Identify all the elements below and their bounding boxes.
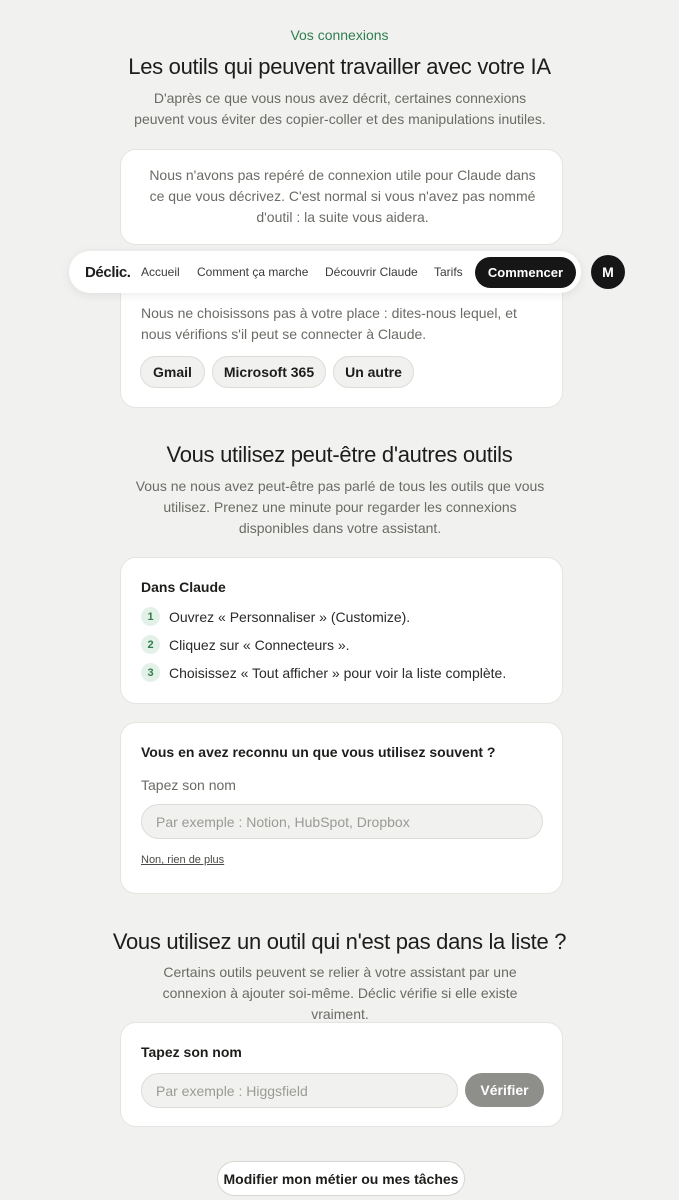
- option-microsoft-365[interactable]: Microsoft 365: [212, 356, 326, 388]
- step-number: 1: [141, 607, 160, 626]
- brand-logo[interactable]: Déclic.: [85, 264, 131, 281]
- avatar[interactable]: M: [591, 255, 625, 289]
- section-eyebrow: Vos connexions: [290, 27, 389, 43]
- option-other[interactable]: Un autre: [333, 356, 414, 388]
- verify-card: Tapez son nom Par exemple : Higgsfield V…: [120, 1022, 563, 1127]
- modify-job-button[interactable]: Modifier mon métier ou mes tâches: [217, 1161, 465, 1196]
- verify-button[interactable]: Vérifier: [465, 1073, 544, 1107]
- notice-card: Nous n'avons pas repéré de connexion uti…: [120, 149, 563, 245]
- step-text: Ouvrez « Personnaliser » (Customize).: [169, 608, 411, 625]
- recognize-card: Vous en avez reconnu un que vous utilise…: [120, 722, 563, 894]
- step-text: Choisissez « Tout afficher » pour voir l…: [169, 664, 507, 681]
- page: Vos connexions Les outils qui peuvent tr…: [0, 0, 679, 1200]
- recognize-label: Tapez son nom: [141, 777, 236, 793]
- top-navbar: Déclic. Accueil Comment ça marche Découv…: [69, 251, 581, 293]
- nav-link-decouvrir-claude[interactable]: Découvrir Claude: [325, 265, 418, 279]
- steps-heading: Dans Claude: [141, 579, 226, 595]
- verify-heading: Tapez son nom: [141, 1044, 242, 1060]
- nav-link-comment-ca-marche[interactable]: Comment ça marche: [197, 265, 308, 279]
- notice-text: Nous n'avons pas repéré de connexion uti…: [149, 167, 536, 225]
- step-item: 2 Cliquez sur « Connecteurs ».: [141, 635, 350, 654]
- start-button[interactable]: Commencer: [475, 257, 576, 288]
- page-title: Les outils qui peuvent travailler avec v…: [128, 54, 551, 79]
- other-tools-lead: Vous ne nous avez peut-être pas parlé de…: [135, 478, 545, 536]
- not-listed-lead: Certains outils peuvent se relier à votr…: [162, 964, 518, 1022]
- option-gmail[interactable]: Gmail: [140, 356, 205, 388]
- step-item: 3 Choisissez « Tout afficher » pour voir…: [141, 663, 506, 682]
- not-listed-title: Vous utilisez un outil qui n'est pas dan…: [112, 929, 567, 954]
- step-item: 1 Ouvrez « Personnaliser » (Customize).: [141, 607, 410, 626]
- other-tools-title: Vous utilisez peut-être d'autres outils: [166, 442, 513, 467]
- page-lead: D'après ce que vous nous avez décrit, ce…: [134, 90, 546, 127]
- nav-link-tarifs[interactable]: Tarifs: [434, 265, 463, 279]
- step-text: Cliquez sur « Connecteurs ».: [169, 636, 350, 653]
- tool-name-input[interactable]: Par exemple : Notion, HubSpot, Dropbox: [141, 804, 543, 839]
- custom-tool-input[interactable]: Par exemple : Higgsfield: [141, 1073, 458, 1108]
- choice-text: Nous ne choisissons pas à votre place : …: [141, 305, 517, 342]
- step-number: 3: [141, 663, 160, 682]
- nav-link-accueil[interactable]: Accueil: [141, 265, 180, 279]
- none-more-link[interactable]: Non, rien de plus: [141, 854, 224, 866]
- step-number: 2: [141, 635, 160, 654]
- steps-card: Dans Claude 1 Ouvrez « Personnaliser » (…: [120, 557, 563, 704]
- recognize-heading: Vous en avez reconnu un que vous utilise…: [141, 744, 496, 760]
